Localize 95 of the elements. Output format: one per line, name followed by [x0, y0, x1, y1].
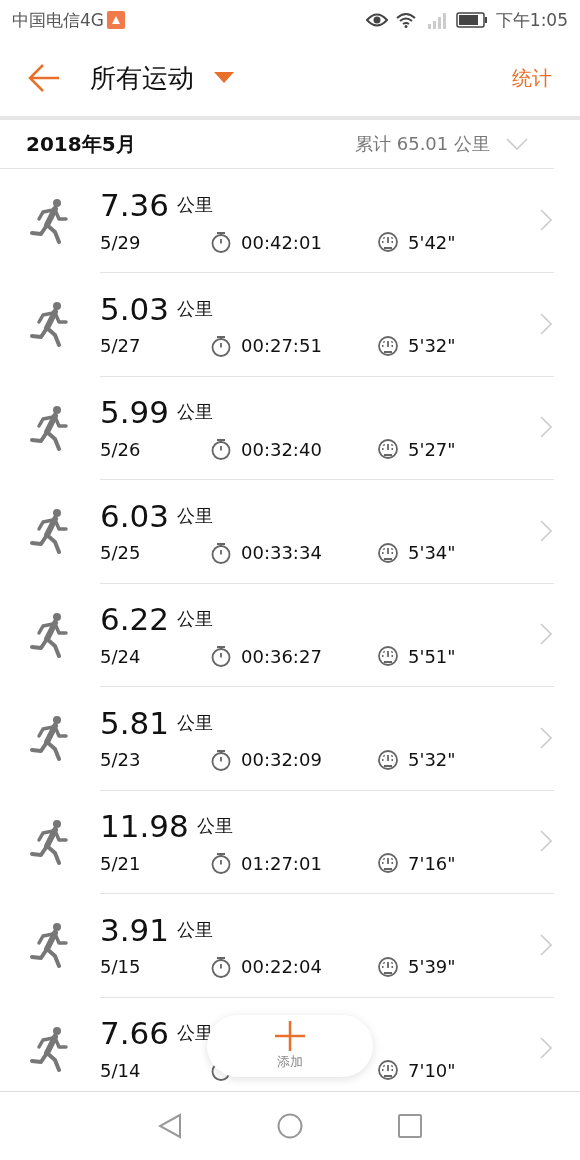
stopwatch-icon	[210, 334, 232, 357]
eye-icon	[365, 12, 388, 28]
distance-value: 7.66	[100, 1015, 170, 1052]
dropdown-caret-icon[interactable]	[214, 72, 234, 84]
runner-icon	[29, 508, 71, 555]
activity-pace: 7'10"	[408, 1059, 456, 1081]
distance-value: 11.98	[100, 808, 189, 845]
chevron-right-icon[interactable]	[540, 519, 552, 542]
activity-date: 5/21	[100, 852, 141, 874]
runner-icon	[29, 611, 71, 658]
stopwatch-icon	[210, 541, 232, 564]
activity-pace: 5'32"	[408, 335, 456, 357]
activity-duration: 00:42:01	[241, 231, 322, 253]
activity-date: 5/15	[100, 956, 141, 978]
distance-value: 6.22	[100, 601, 170, 638]
runner-icon	[29, 404, 71, 451]
speedometer-icon	[377, 231, 399, 254]
speedometer-icon	[377, 438, 399, 461]
distance-unit: 公里	[177, 400, 214, 425]
activity-duration: 01:27:01	[241, 852, 322, 874]
distance-unit: 公里	[177, 607, 214, 632]
chevron-right-icon[interactable]	[540, 209, 552, 232]
distance-unit: 公里	[177, 193, 214, 218]
activity-duration: 00:33:34	[241, 542, 322, 564]
stopwatch-icon	[210, 748, 232, 771]
runner-icon	[29, 301, 71, 348]
recents-nav-icon[interactable]	[398, 1114, 423, 1138]
statistics-button[interactable]: 统计	[512, 64, 552, 92]
distance-value: 6.03	[100, 497, 170, 534]
distance-unit: 公里	[177, 710, 214, 735]
distance-unit: 公里	[177, 503, 214, 528]
chevron-right-icon[interactable]	[540, 416, 552, 439]
runner-icon	[29, 197, 71, 244]
activity-duration: 00:36:27	[241, 645, 322, 667]
speedometer-icon	[377, 334, 399, 357]
chevron-right-icon[interactable]	[540, 726, 552, 749]
stopwatch-icon	[210, 955, 232, 978]
activity-date: 5/24	[100, 645, 141, 667]
activity-pace: 5'27"	[408, 438, 456, 460]
speedometer-icon	[377, 541, 399, 564]
stopwatch-icon	[210, 438, 232, 461]
activity-pace: 5'51"	[408, 645, 456, 667]
activity-date: 5/14	[100, 1059, 141, 1081]
plus-icon	[275, 1021, 305, 1051]
activity-date: 5/25	[100, 542, 141, 564]
carrier-label: 中国电信4G	[12, 8, 104, 32]
back-nav-icon[interactable]	[157, 1113, 182, 1139]
stopwatch-icon	[210, 852, 232, 875]
expand-chevron-icon[interactable]	[506, 138, 528, 150]
runner-icon	[29, 818, 71, 865]
speedometer-icon	[377, 748, 399, 771]
chevron-right-icon[interactable]	[540, 312, 552, 335]
runner-icon	[29, 715, 71, 762]
distance-value: 5.03	[100, 290, 170, 327]
activity-pace: 5'32"	[408, 749, 456, 771]
activity-duration: 00:27:51	[241, 335, 322, 357]
chevron-right-icon[interactable]	[540, 1037, 552, 1060]
home-nav-icon[interactable]	[277, 1113, 303, 1139]
distance-value: 3.91	[100, 911, 170, 948]
distance-value: 5.81	[100, 704, 170, 741]
clock-label: 下午1:05	[495, 8, 568, 32]
page-title: 所有运动	[90, 61, 194, 95]
speedometer-icon	[377, 955, 399, 978]
distance-value: 7.36	[100, 187, 170, 224]
back-arrow-icon[interactable]	[28, 63, 60, 93]
activity-duration: 00:22:04	[241, 956, 322, 978]
speedometer-icon	[377, 645, 399, 668]
chevron-right-icon[interactable]	[540, 830, 552, 853]
speedometer-icon	[377, 852, 399, 875]
speedometer-icon	[377, 1059, 399, 1082]
chevron-right-icon[interactable]	[540, 933, 552, 956]
month-label: 2018年5月	[26, 130, 136, 158]
activity-date: 5/29	[100, 231, 141, 253]
battery-icon	[455, 12, 488, 28]
app-notification-icon	[107, 11, 125, 29]
distance-unit: 公里	[177, 917, 214, 942]
activity-duration: 00:32:40	[241, 438, 322, 460]
activity-pace: 5'39"	[408, 956, 456, 978]
activity-pace: 7'16"	[408, 852, 456, 874]
wifi-icon	[395, 12, 416, 28]
activity-date: 5/26	[100, 438, 141, 460]
distance-unit: 公里	[196, 814, 233, 839]
distance-unit: 公里	[177, 296, 214, 321]
activity-pace: 5'34"	[408, 542, 456, 564]
activity-pace: 5'42"	[408, 231, 456, 253]
runner-icon	[29, 1025, 71, 1072]
stopwatch-icon	[210, 231, 232, 254]
activity-duration: 00:32:09	[241, 749, 322, 771]
activity-date: 5/23	[100, 749, 141, 771]
month-total: 累计 65.01 公里	[355, 132, 490, 156]
stopwatch-icon	[210, 645, 232, 668]
chevron-right-icon[interactable]	[540, 623, 552, 646]
runner-icon	[29, 922, 71, 969]
distance-value: 5.99	[100, 394, 170, 431]
activity-date: 5/27	[100, 335, 141, 357]
